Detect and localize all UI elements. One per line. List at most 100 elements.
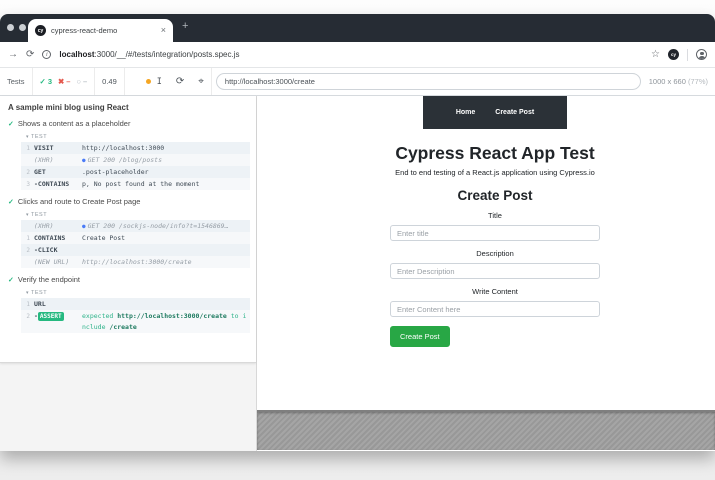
crosshair-icon: ⌖ xyxy=(198,77,204,87)
section-label: TEST xyxy=(31,134,47,140)
command-number: 1 xyxy=(21,233,34,244)
test-title-row[interactable]: ✓Verify the endpoint xyxy=(8,275,250,284)
viewport-dimensions: 1000 x 660 xyxy=(649,77,686,86)
command-message: p, No post found at the moment xyxy=(82,179,247,190)
field-input-description[interactable] xyxy=(390,263,600,279)
page-info-icon[interactable]: i xyxy=(42,50,51,59)
address-input[interactable]: localhost:3000/__/#/tests/integration/po… xyxy=(59,50,643,59)
cypress-favicon-icon: cy xyxy=(35,25,46,36)
xhr-dot-icon: ● xyxy=(82,157,86,164)
command-number: 1 xyxy=(21,143,34,154)
command-name: (NEW URL) xyxy=(34,257,82,268)
url-path: :3000/__/#/tests/integration/posts.spec.… xyxy=(95,50,240,59)
command-log-header[interactable]: ▾TEST xyxy=(21,288,250,298)
command-message: expected http://localhost:3000/create to… xyxy=(82,311,247,333)
test-title: Shows a content as a placeholder xyxy=(18,119,131,128)
command-log: ▾TEST1URL2-ASSERTexpected http://localho… xyxy=(21,288,250,333)
test-title-row[interactable]: ✓Shows a content as a placeholder xyxy=(8,119,250,128)
viewport-size: 1000 x 660 (77%) xyxy=(649,77,708,86)
browser-tab[interactable]: cy cypress-react-demo × xyxy=(28,19,173,42)
command-number: 1 xyxy=(21,299,34,310)
indicator-dot-icon xyxy=(146,79,151,84)
create-post-form: TitleDescriptionWrite Content xyxy=(266,211,715,317)
assert-badge: ASSERT xyxy=(38,312,64,321)
assert-text: /create xyxy=(109,323,136,331)
command-message: ●GET 200 /sockjs-node/info?t=1546869… xyxy=(82,221,247,232)
command-row[interactable]: 2-ASSERTexpected http://localhost:3000/c… xyxy=(21,310,250,333)
bookmark-star-icon[interactable]: ☆ xyxy=(651,49,660,60)
ibeam-icon: I xyxy=(157,77,162,87)
command-name: CONTAINS xyxy=(34,233,82,244)
collapse-caret-icon: ▾ xyxy=(26,212,29,218)
collapse-caret-icon: ▾ xyxy=(26,290,29,296)
suite-title[interactable]: A sample mini blog using React xyxy=(8,103,250,112)
runner-main: A sample mini blog using React ✓Shows a … xyxy=(0,96,715,451)
selector-playground-button[interactable]: ⌖ xyxy=(191,68,212,95)
command-row[interactable]: (NEW URL)http://localhost:3000/create xyxy=(21,256,250,268)
command-name: (XHR) xyxy=(34,221,82,232)
reload-icon[interactable]: ⟳ xyxy=(26,50,34,60)
command-number: 2 xyxy=(21,245,34,256)
passed-icon: ✓ xyxy=(40,77,46,86)
field-label: Title xyxy=(266,211,715,220)
viewport-indicator[interactable]: I xyxy=(139,68,169,95)
tab-close-icon[interactable]: × xyxy=(161,26,166,35)
command-row[interactable]: (XHR)●GET 200 /sockjs-node/info?t=154686… xyxy=(21,220,250,232)
window-close-button[interactable] xyxy=(7,24,14,31)
browser-titlebar: cy cypress-react-demo × + xyxy=(0,14,715,42)
runner-reload-icon: ⟳ xyxy=(176,77,184,87)
field-input-write-content[interactable] xyxy=(390,301,600,317)
failed-count: – xyxy=(66,77,70,86)
command-message: .post-placeholder xyxy=(82,167,247,178)
failed-icon: ✖ xyxy=(58,77,64,86)
command-row[interactable]: 2GET.post-placeholder xyxy=(21,166,250,178)
field-input-title[interactable] xyxy=(390,225,600,241)
create-post-button[interactable]: Create Post xyxy=(390,326,450,347)
toolbar-divider xyxy=(687,49,688,61)
form-title: Create Post xyxy=(266,188,715,203)
window-minimize-button[interactable] xyxy=(19,24,26,31)
app-url-text: http://localhost:3000/create xyxy=(225,77,315,86)
command-row[interactable]: 1URL xyxy=(21,298,250,310)
tests-back-link[interactable]: Tests xyxy=(0,68,33,95)
command-message: Create Post xyxy=(82,233,247,244)
url-host: localhost xyxy=(59,50,94,59)
tests-label: Tests xyxy=(7,77,25,86)
app-title: Cypress React App Test xyxy=(266,143,715,164)
command-number: 3 xyxy=(21,179,34,190)
forward-icon[interactable]: → xyxy=(8,50,18,60)
command-row[interactable]: 1CONTAINSCreate Post xyxy=(21,232,250,244)
profile-avatar-icon[interactable] xyxy=(696,49,707,60)
command-row[interactable]: 2-CLICK xyxy=(21,244,250,256)
command-log-header[interactable]: ▾TEST xyxy=(21,210,250,220)
form-group: Description xyxy=(266,249,715,279)
command-message: ●GET 200 /blog/posts xyxy=(82,155,247,166)
cypress-runner-toolbar: Tests ✓3 ✖– ○– 0.49 I ⟳ ⌖ http://localho… xyxy=(0,68,715,96)
command-name: URL xyxy=(34,299,82,310)
assert-text: expected xyxy=(82,312,117,320)
command-row[interactable]: (XHR)●GET 200 /blog/posts xyxy=(21,154,250,166)
test-item: ✓Verify the endpoint▾TEST1URL2-ASSERTexp… xyxy=(8,275,250,333)
command-number: 2 xyxy=(21,167,34,178)
test-title-row[interactable]: ✓Clicks and route to Create Post page xyxy=(8,197,250,206)
app-url-bar[interactable]: http://localhost:3000/create xyxy=(216,73,641,90)
section-label: TEST xyxy=(31,212,47,218)
command-name: -CLICK xyxy=(34,245,82,256)
cypress-extension-icon[interactable]: cy xyxy=(668,49,679,60)
duration-segment: 0.49 xyxy=(95,68,125,95)
test-item: ✓Clicks and route to Create Post page ▾TE… xyxy=(8,197,250,268)
tab-title: cypress-react-demo xyxy=(51,26,156,35)
app-under-test: HomeCreate Post Cypress React App Test E… xyxy=(257,96,715,451)
command-row[interactable]: 1VISIThttp://localhost:3000 xyxy=(21,142,250,154)
command-name: GET xyxy=(34,167,82,178)
viewport-scale: (77%) xyxy=(688,77,708,86)
runner-reload-button[interactable]: ⟳ xyxy=(169,68,191,95)
new-tab-button[interactable]: + xyxy=(182,20,188,32)
test-passed-icon: ✓ xyxy=(8,198,14,206)
command-name: (XHR) xyxy=(34,155,82,166)
test-duration: 0.49 xyxy=(102,77,117,86)
section-label: TEST xyxy=(31,290,47,296)
passed-count: 3 xyxy=(48,77,52,86)
command-log-header[interactable]: ▾TEST xyxy=(21,132,250,142)
command-row[interactable]: 3-CONTAINSp, No post found at the moment xyxy=(21,178,250,190)
